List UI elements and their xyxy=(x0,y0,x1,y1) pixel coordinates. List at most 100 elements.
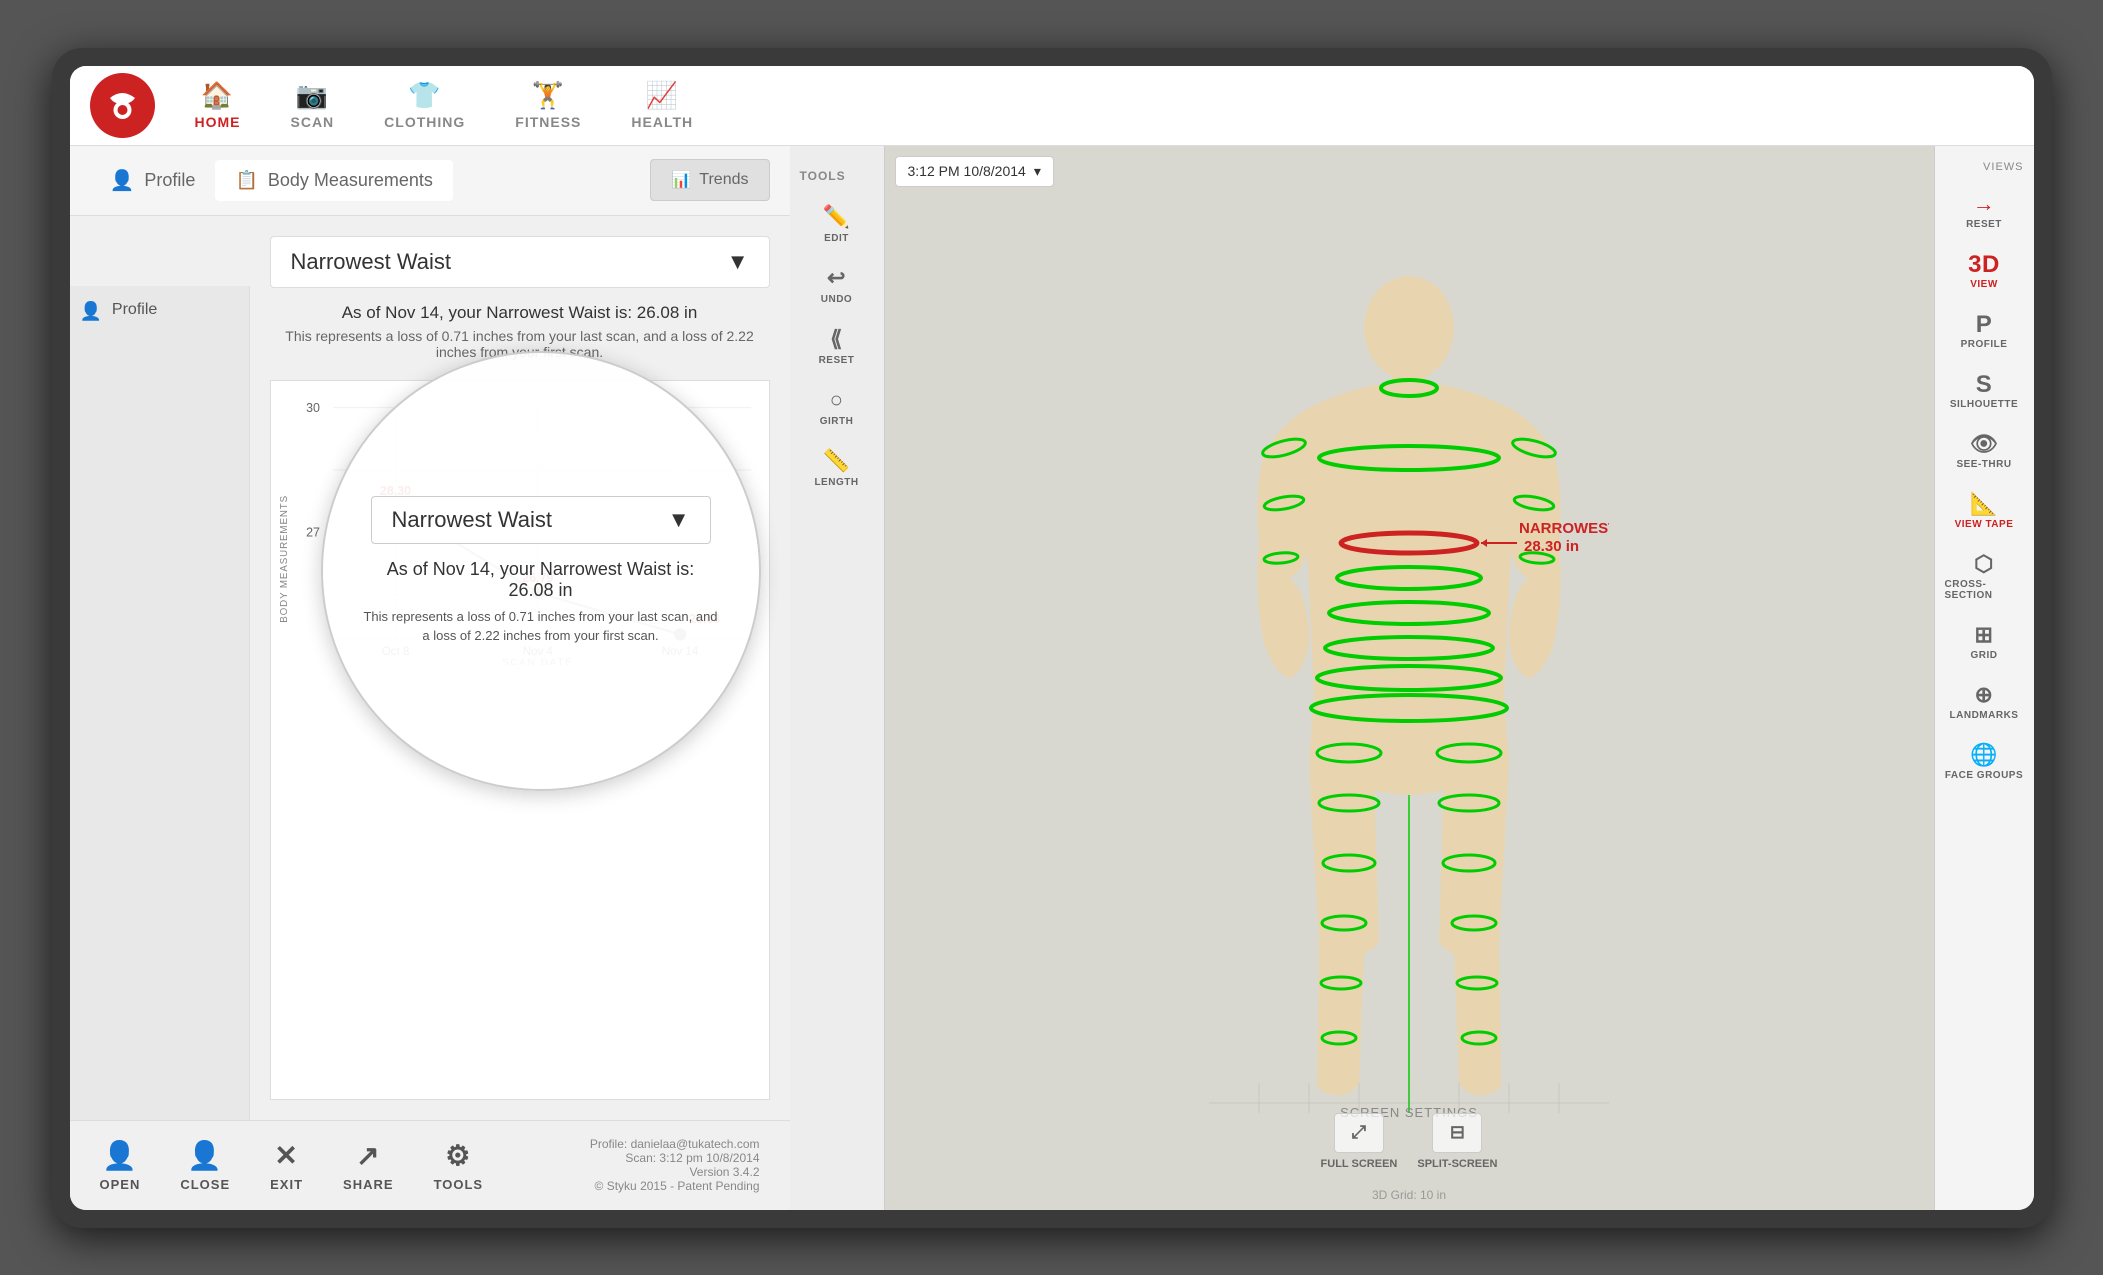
app-copyright: © Styku 2015 - Patent Pending xyxy=(590,1179,760,1193)
share-icon: ↗ xyxy=(356,1139,380,1172)
datetime-dropdown-icon: ▾ xyxy=(1034,163,1041,180)
profile-sidebar: 👤 Profile xyxy=(70,286,250,1120)
split-screen-label: SPLIT-SCREEN xyxy=(1417,1158,1497,1170)
view-3d[interactable]: 3D VIEW xyxy=(1940,243,2029,298)
view-p-icon: P xyxy=(1976,311,1993,339)
view-silhouette[interactable]: S SILHOUETTE xyxy=(1940,363,2029,418)
view-crosssection-label: CROSS-SECTION xyxy=(1945,579,2024,601)
undo-icon: ↩ xyxy=(827,265,846,291)
tools-icon: ⚙ xyxy=(445,1139,471,1172)
scan-info-date: 3:12 pm 10/8/2014 xyxy=(659,1151,759,1165)
app-version: Version 3.4.2 xyxy=(590,1165,760,1179)
scan-icon: 📷 xyxy=(296,80,329,111)
split-screen-button[interactable]: ⊟ SPLIT-SCREEN xyxy=(1417,1113,1497,1170)
profile-tab[interactable]: 👤 Profile xyxy=(90,158,216,203)
view-seethru[interactable]: 👁 SEE-THRU xyxy=(1940,423,2029,478)
magnifier-dropdown[interactable]: Narrowest Waist ▼ xyxy=(371,496,711,544)
home-icon: 🏠 xyxy=(201,80,234,111)
body-measurements-tab[interactable]: 📋 Body Measurements xyxy=(215,160,453,201)
svg-text:BODY MEASUREMENTS: BODY MEASUREMENTS xyxy=(279,494,290,622)
view-grid[interactable]: ⊞ GRID xyxy=(1940,614,2029,669)
svg-text:30: 30 xyxy=(306,401,320,415)
full-screen-label: FULL SCREEN xyxy=(1321,1158,1398,1170)
close-icon: 👤 xyxy=(187,1139,223,1172)
view-seethru-label: SEE-THRU xyxy=(1956,459,2011,470)
body-measurements-label: Body Measurements xyxy=(268,170,433,191)
length-label: LENGTH xyxy=(814,477,858,488)
view-crosssection[interactable]: ⬡ CROSS-SECTION xyxy=(1940,543,2029,609)
view-s-icon: S xyxy=(1976,371,1993,399)
view-profile[interactable]: P PROFILE xyxy=(1940,303,2029,358)
seethru-icon: 👁 xyxy=(1970,431,1998,457)
view-facegroups[interactable]: 🌐 FACE GROUPS xyxy=(1940,734,2029,789)
open-label: OPEN xyxy=(100,1177,141,1192)
view-grid-label: GRID xyxy=(1971,650,1998,661)
clothing-icon: 👕 xyxy=(408,80,441,111)
screen: 🏠 HOME 📷 SCAN 👕 CLOTHING 🏋 FITNESS 📈 xyxy=(70,66,2034,1210)
body-svg: NARROWEST WAIST 28.30 in xyxy=(1209,263,1609,1113)
tool-undo[interactable]: ↩ UNDO xyxy=(795,257,879,313)
views-sidebar: Views → RESET 3D VIEW P PROFILE S xyxy=(1934,146,2034,1210)
reset-tool-icon: ⟪ xyxy=(830,326,843,352)
tool-length[interactable]: 📏 LENGTH xyxy=(795,440,879,496)
stats-main-text: As of Nov 14, your Narrowest Waist is: 2… xyxy=(270,303,770,323)
nav-clothing[interactable]: 👕 CLOTHING xyxy=(364,72,485,138)
trends-button[interactable]: 📊 Trends xyxy=(650,159,769,201)
exit-icon: ✕ xyxy=(274,1139,298,1172)
close-button[interactable]: 👤 CLOSE xyxy=(180,1139,230,1192)
view-facegroups-label: FACE GROUPS xyxy=(1945,770,2023,781)
profile-label: Profile xyxy=(144,170,195,191)
landmarks-icon: ⊕ xyxy=(1975,682,1994,708)
split-screen-icon: ⊟ xyxy=(1432,1113,1482,1153)
svg-text:27: 27 xyxy=(306,525,320,539)
close-label: CLOSE xyxy=(180,1177,230,1192)
nav-home[interactable]: 🏠 HOME xyxy=(175,72,261,138)
datetime-bar[interactable]: 3:12 PM 10/8/2014 ▾ xyxy=(895,156,1054,187)
chart-container: BODY MEASUREMENTS 30 27 xyxy=(270,380,770,1100)
nav-fitness[interactable]: 🏋 FITNESS xyxy=(495,72,601,138)
sub-nav: 👤 Profile 📋 Body Measurements 📊 Trends xyxy=(70,146,790,216)
exit-label: EXIT xyxy=(270,1177,303,1192)
tool-edit[interactable]: ✏️ EDIT xyxy=(795,196,879,252)
view-reset-label: RESET xyxy=(1966,219,2002,230)
exit-button[interactable]: ✕ EXIT xyxy=(270,1139,303,1192)
profile-sidebar-label: Profile xyxy=(112,301,157,319)
magnifier-dropdown-label: Narrowest Waist xyxy=(392,507,553,533)
dropdown-arrow: ▼ xyxy=(727,249,749,275)
edit-icon: ✏️ xyxy=(823,204,851,230)
tool-reset[interactable]: ⟪ RESET xyxy=(795,318,879,374)
crosssection-icon: ⬡ xyxy=(1974,551,1994,577)
measurement-dropdown[interactable]: Narrowest Waist ▼ xyxy=(270,236,770,288)
svg-text:NARROWEST WAIST: NARROWEST WAIST xyxy=(1519,520,1609,537)
svg-text:28.30 in: 28.30 in xyxy=(1524,538,1579,555)
view-tape[interactable]: 📐 VIEW TAPE xyxy=(1940,483,2029,538)
left-panel: 👤 Profile 📋 Body Measurements 📊 Trends xyxy=(70,146,790,1210)
undo-label: UNDO xyxy=(821,294,852,305)
tools-button[interactable]: ⚙ TOOLS xyxy=(434,1139,484,1192)
nav-scan[interactable]: 📷 SCAN xyxy=(271,72,355,138)
reset-tool-label: RESET xyxy=(819,355,855,366)
share-label: SHARE xyxy=(343,1177,394,1192)
view-3d-label: VIEW xyxy=(1970,279,1998,290)
tool-girth[interactable]: ○ GIRTH xyxy=(795,379,879,435)
body-3d-view: 3:12 PM 10/8/2014 ▾ xyxy=(885,146,1934,1210)
view-3d-icon: 3D xyxy=(1968,251,2000,279)
logo xyxy=(90,73,155,138)
right-panel: Tools ✏️ EDIT ↩ UNDO ⟪ RESET ○ xyxy=(790,146,2034,1210)
profile-info-email: danielaa@tukatech.com xyxy=(631,1137,760,1151)
view-reset-icon: → xyxy=(1973,191,1996,217)
share-button[interactable]: ↗ SHARE xyxy=(343,1139,394,1192)
open-button[interactable]: 👤 OPEN xyxy=(100,1139,141,1192)
health-icon: 📈 xyxy=(646,80,679,111)
nav-health[interactable]: 📈 HEALTH xyxy=(611,72,713,138)
view-reset[interactable]: → RESET xyxy=(1940,183,2029,238)
full-screen-button[interactable]: ⤢ FULL SCREEN xyxy=(1321,1113,1398,1170)
top-nav: 🏠 HOME 📷 SCAN 👕 CLOTHING 🏋 FITNESS 📈 xyxy=(70,66,2034,146)
main-area: 👤 Profile 📋 Body Measurements 📊 Trends xyxy=(70,146,2034,1210)
content-area: Narrowest Waist ▼ As of Nov 14, your Nar… xyxy=(250,216,790,1120)
viewtape-icon: 📐 xyxy=(1970,491,1998,517)
magnifier-overlay: Narrowest Waist ▼ As of Nov 14, your Nar… xyxy=(321,351,761,791)
views-label: Views xyxy=(1940,156,2029,178)
view-landmarks[interactable]: ⊕ LANDMARKS xyxy=(1940,674,2029,729)
facegroups-icon: 🌐 xyxy=(1970,742,1998,768)
